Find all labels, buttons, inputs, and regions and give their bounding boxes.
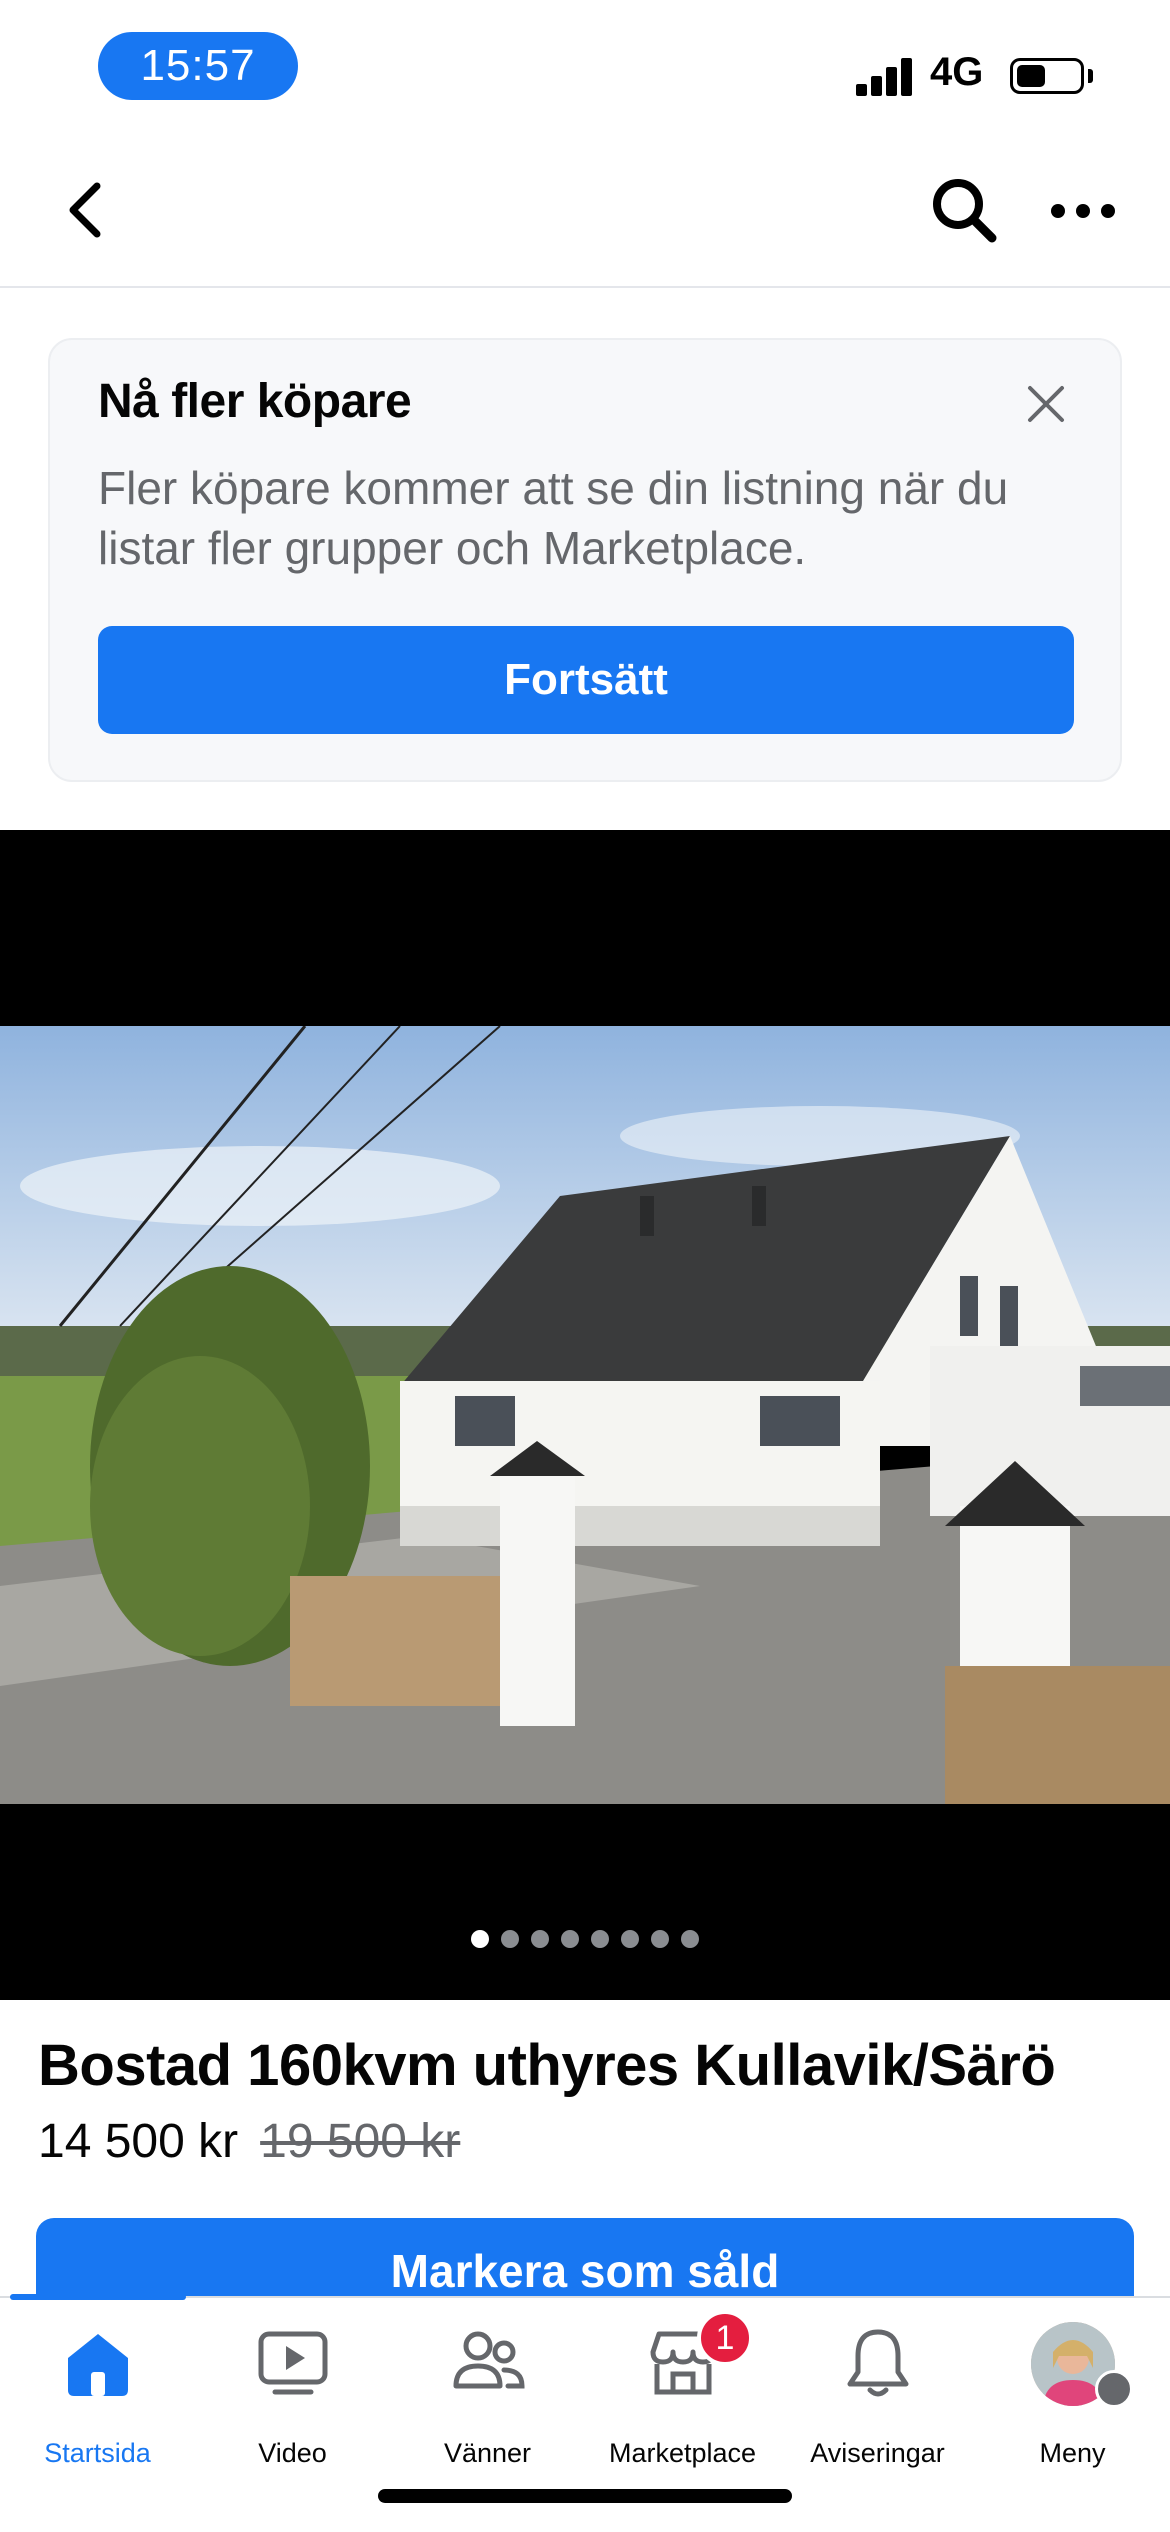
tab-label: Vänner — [443, 2438, 532, 2468]
pagination-dot — [621, 1930, 639, 1948]
tab-video[interactable]: Video — [195, 2322, 390, 2472]
pagination-dot — [561, 1930, 579, 1948]
chevron-left-icon — [69, 182, 101, 238]
back-button[interactable] — [50, 170, 120, 250]
tab-meny[interactable]: Meny — [975, 2322, 1170, 2472]
status-time: 15:57 — [98, 32, 298, 100]
tab-label: Startsida — [44, 2438, 151, 2468]
continue-button[interactable]: Fortsätt — [98, 626, 1074, 734]
pagination-dot — [591, 1930, 609, 1948]
close-icon — [1028, 386, 1064, 422]
tab-label: Marketplace — [608, 2438, 757, 2468]
status-bar: 15:57 4G — [0, 0, 1170, 140]
promo-close-button[interactable] — [1022, 380, 1070, 428]
photo-gallery[interactable] — [0, 830, 1170, 2000]
pagination-dot — [501, 1930, 519, 1948]
home-icon — [67, 2334, 128, 2396]
tab-vanner[interactable]: Vänner — [390, 2322, 585, 2472]
listing-photo[interactable] — [0, 1026, 1170, 1804]
pagination-dot — [471, 1930, 489, 1948]
bell-icon — [847, 2329, 908, 2397]
pagination-dot — [681, 1930, 699, 1948]
promo-card: Nå fler köpare Fler köpare kommer att se… — [48, 338, 1122, 782]
tab-label: Aviseringar — [810, 2438, 945, 2468]
more-button[interactable] — [1046, 174, 1120, 248]
search-button[interactable] — [928, 174, 1002, 248]
tab-aviseringar[interactable]: Aviseringar — [780, 2322, 975, 2472]
menu-badge-icon — [1095, 2370, 1133, 2408]
battery-cap — [1088, 69, 1093, 83]
friends-icon — [453, 2331, 525, 2389]
home-indicator — [378, 2489, 792, 2503]
house-photo — [0, 1026, 1170, 1804]
pagination-dot — [651, 1930, 669, 1948]
more-horizontal-icon — [1051, 204, 1115, 218]
price-row: 14 500 kr 19 500 kr — [38, 2114, 460, 2169]
tab-label: Video — [258, 2438, 327, 2468]
gallery-pagination — [0, 1930, 1170, 1954]
search-icon — [933, 179, 997, 243]
video-icon — [258, 2331, 327, 2395]
promo-text: Fler köpare kommer att se din listning n… — [98, 462, 1009, 574]
signal-icon — [856, 56, 914, 96]
listing-price: 14 500 kr — [38, 2115, 239, 2168]
listing-title: Bostad 160kvm uthyres Kullavik/Särö — [38, 2033, 1056, 2098]
promo-title: Nå fler köpare — [98, 375, 412, 428]
tab-startsida[interactable]: Startsida — [0, 2322, 195, 2472]
tab-label: Meny — [1039, 2438, 1106, 2468]
battery-icon — [1010, 58, 1084, 94]
marketplace-badge: 1 — [697, 2310, 753, 2366]
listing-old-price: 19 500 kr — [260, 2115, 461, 2168]
network-label: 4G — [930, 50, 984, 94]
nav-bar — [0, 140, 1170, 288]
active-tab-indicator — [10, 2294, 186, 2300]
pagination-dot — [531, 1930, 549, 1948]
tab-marketplace[interactable]: 1 Marketplace — [585, 2310, 780, 2472]
battery-level — [1017, 65, 1045, 87]
